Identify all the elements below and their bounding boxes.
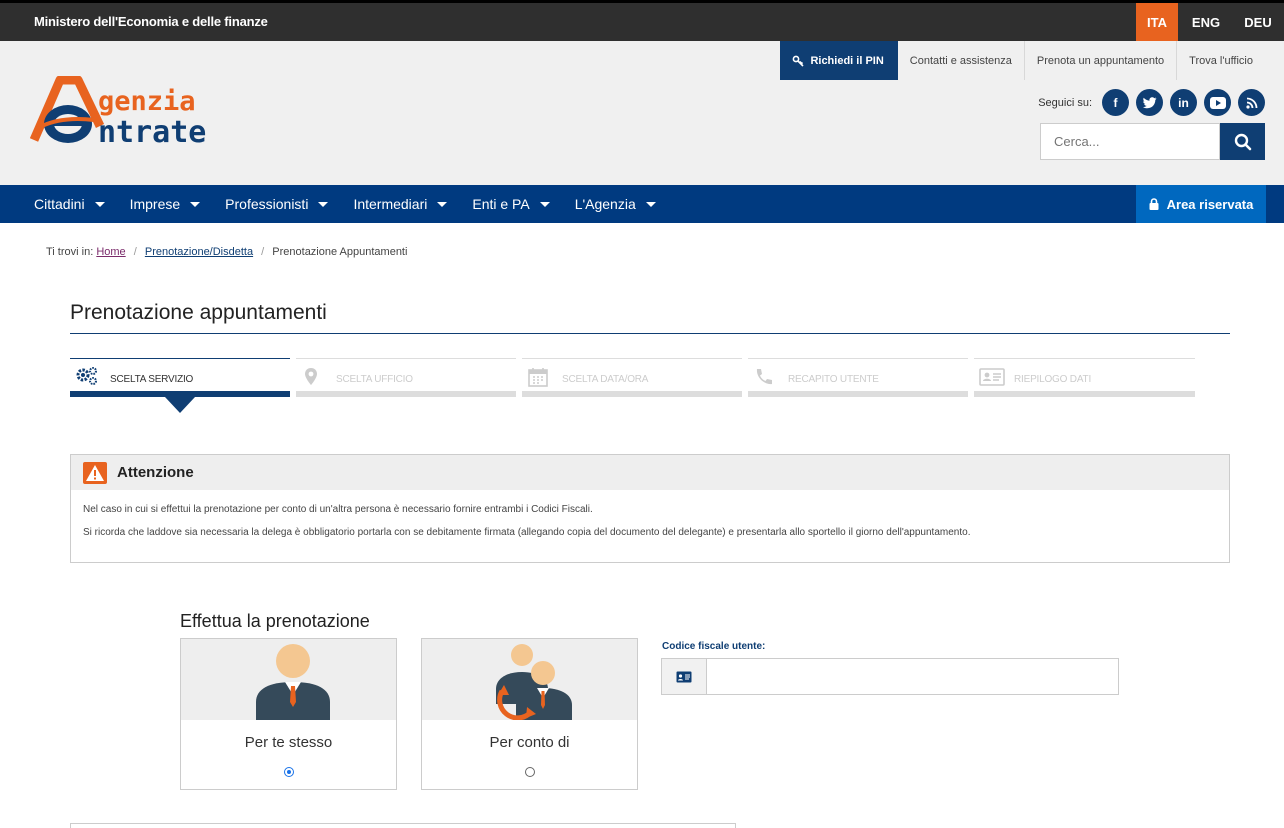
nav-label: Imprese (129, 196, 181, 212)
breadcrumb-current: Prenotazione Appuntamenti (272, 246, 408, 258)
lang-ita[interactable]: ITA (1136, 3, 1178, 41)
language-switcher: ITA ENG DEU (1136, 3, 1284, 41)
id-card-icon (662, 659, 707, 694)
step-scelta-servizio: SCELTA SERVIZIO (70, 358, 290, 397)
warning-icon (83, 461, 107, 484)
step-recapito-utente: RECAPITO UTENTE (748, 358, 968, 397)
option-per-te-stesso[interactable]: Per te stesso (180, 638, 397, 790)
breadcrumb-prefix: Ti trovi in: (46, 246, 94, 258)
step-label: RECAPITO UTENTE (788, 374, 879, 385)
phone-icon (753, 366, 773, 393)
lang-deu[interactable]: DEU (1232, 3, 1284, 41)
search-input[interactable] (1040, 123, 1220, 160)
breadcrumb-separator: / (133, 246, 137, 258)
step-scelta-data: SCELTA DATA/ORA (522, 358, 742, 397)
social-links: Seguici su: f in (1038, 89, 1265, 116)
rss-icon[interactable] (1238, 89, 1265, 116)
appointment-link[interactable]: Prenota un appuntamento (1023, 41, 1176, 80)
facebook-icon[interactable]: f (1102, 89, 1129, 116)
alert-message: Nel caso in cui si effettui la prenotazi… (83, 504, 593, 515)
search-icon (1234, 133, 1251, 150)
page-title: Prenotazione appuntamenti (70, 301, 327, 324)
gears-icon (75, 366, 99, 393)
calendar-icon (527, 366, 549, 393)
nav-label: Enti e PA (472, 196, 530, 212)
step-progress-bar (522, 391, 742, 397)
utility-links: Richiedi il PIN Contatti e assistenza Pr… (780, 41, 1265, 80)
step-pointer (165, 397, 195, 413)
step-progress-bar (974, 391, 1195, 397)
key-icon (793, 55, 805, 67)
breadcrumb-home[interactable]: Home (96, 246, 125, 258)
twitter-icon[interactable] (1136, 89, 1163, 116)
linkedin-icon[interactable]: in (1170, 89, 1197, 116)
caret-down-icon (539, 201, 550, 207)
nav-label: Cittadini (34, 196, 85, 212)
nav-enti-pa[interactable]: Enti e PA (472, 185, 550, 223)
single-person-icon (181, 639, 396, 720)
top-bar: Ministero dell'Economia e delle finanze … (0, 0, 1284, 41)
contacts-link[interactable]: Contatti e assistenza (898, 41, 1024, 80)
breadcrumb-separator: / (261, 246, 265, 258)
booking-title: Effettua la prenotazione (180, 611, 370, 631)
lock-icon (1149, 198, 1159, 210)
attention-alert: Attenzione Nel caso in cui si effettui l… (70, 454, 1230, 563)
caret-down-icon (94, 201, 105, 207)
radio-per-te-stesso[interactable] (283, 767, 294, 777)
codice-fiscale-input[interactable] (707, 659, 1118, 694)
codice-fiscale-label: Codice fiscale utente: (662, 641, 766, 652)
nav-agenzia[interactable]: L'Agenzia (575, 185, 656, 223)
svg-text:ntrate: ntrate (98, 115, 206, 150)
next-panel (70, 823, 736, 828)
find-office-link[interactable]: Trova l'ufficio (1176, 41, 1265, 80)
site-header: Richiedi il PIN Contatti e assistenza Pr… (0, 41, 1284, 185)
step-scelta-ufficio: SCELTA UFFICIO (296, 358, 516, 397)
nav-professionisti[interactable]: Professionisti (225, 185, 329, 223)
caret-down-icon (190, 201, 201, 207)
two-people-icon (422, 639, 637, 720)
option-per-conto-di[interactable]: Per conto di (421, 638, 638, 790)
nav-intermediari[interactable]: Intermediari (353, 185, 448, 223)
search-button[interactable] (1220, 123, 1265, 160)
caret-down-icon (645, 201, 656, 207)
ministry-link[interactable]: Ministero dell'Economia e delle finanze (34, 14, 268, 29)
step-label: RIEPILOGO DATI (1014, 374, 1092, 385)
social-label: Seguici su: (1038, 96, 1092, 109)
nav-label: L'Agenzia (574, 196, 636, 212)
alert-message: Si ricorda che laddove sia necessaria la… (83, 527, 971, 538)
main-nav: Cittadini Imprese Professionisti Interme… (0, 185, 1284, 223)
svg-text:genzia: genzia (98, 86, 196, 117)
breadcrumb: Ti trovi in: Home / Prenotazione/Disdett… (46, 246, 407, 258)
agenzia-entrate-logo[interactable]: genzia ntrate (29, 75, 250, 156)
lang-eng[interactable]: ENG (1180, 3, 1232, 41)
map-marker-icon (301, 366, 321, 393)
step-riepilogo-dati: RIEPILOGO DATI (974, 358, 1195, 397)
breadcrumb-prenotazione[interactable]: Prenotazione/Disdetta (145, 246, 253, 258)
step-label: SCELTA UFFICIO (336, 374, 413, 385)
nav-imprese[interactable]: Imprese (130, 185, 201, 223)
step-progress-bar (748, 391, 968, 397)
title-divider (70, 333, 1230, 334)
option-label: Per conto di (489, 734, 570, 751)
step-label: SCELTA DATA/ORA (562, 374, 649, 385)
option-label: Per te stesso (244, 734, 333, 751)
youtube-icon[interactable] (1204, 89, 1231, 116)
pin-label: Richiedi il PIN (810, 54, 884, 67)
nav-label: Intermediari (353, 196, 428, 212)
step-label: SCELTA SERVIZIO (110, 374, 194, 385)
step-progress-bar (296, 391, 516, 397)
caret-down-icon (318, 201, 329, 207)
area-riservata-button[interactable]: Area riservata (1136, 185, 1266, 223)
nav-label: Professionisti (225, 196, 309, 212)
nav-cittadini[interactable]: Cittadini (34, 185, 105, 223)
id-card-icon (979, 366, 1005, 393)
pin-button[interactable]: Richiedi il PIN (780, 41, 898, 80)
alert-header: Attenzione (71, 455, 1229, 490)
search-box (1040, 123, 1265, 160)
caret-down-icon (437, 201, 448, 207)
codice-fiscale-field (661, 658, 1119, 695)
radio-per-conto-di[interactable] (524, 767, 535, 777)
alert-title: Attenzione (117, 464, 194, 481)
area-riservata-label: Area riservata (1166, 196, 1254, 212)
